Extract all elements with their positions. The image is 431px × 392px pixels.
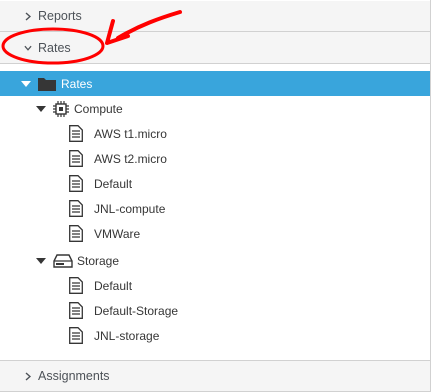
tree-leaf-label: JNL-compute	[94, 201, 166, 216]
document-icon	[69, 200, 83, 217]
document-icon	[69, 225, 83, 242]
document-icon	[69, 302, 83, 319]
collapse-toggle-icon[interactable]	[35, 103, 47, 115]
tree-leaf-compute-5[interactable]: VMWare	[0, 221, 430, 246]
tree-leaf-compute-3[interactable]: Default	[0, 171, 430, 196]
accordion-panel: Reports Rates Rates Compute AWS t1.micro…	[0, 0, 431, 392]
document-icon	[69, 125, 83, 142]
collapse-toggle-icon[interactable]	[35, 255, 47, 267]
chevron-down-icon	[24, 45, 32, 51]
document-icon	[69, 175, 83, 192]
document-icon	[69, 277, 83, 294]
accordion-header-reports[interactable]: Reports	[0, 1, 430, 32]
document-icon	[69, 327, 83, 344]
collapse-toggle-icon[interactable]	[20, 78, 32, 90]
chevron-right-icon	[24, 371, 32, 381]
tree-leaf-storage-1[interactable]: Default	[0, 273, 430, 298]
tree-leaf-compute-2[interactable]: AWS t2.micro	[0, 146, 430, 171]
tree-leaf-label: JNL-storage	[94, 328, 160, 343]
folder-icon	[38, 77, 56, 91]
tree-leaf-label: Default	[94, 176, 133, 191]
tree-node-label: Compute	[74, 101, 123, 116]
hard-drive-icon	[53, 253, 73, 268]
tree-leaf-label: Default-Storage	[94, 303, 179, 318]
tree-leaf-storage-3[interactable]: JNL-storage	[0, 323, 430, 348]
tree-leaf-label: VMWare	[94, 226, 141, 241]
tree-leaf-label: Default	[94, 278, 133, 293]
tree-node-compute[interactable]: Compute	[0, 96, 430, 121]
tree-leaf-label: AWS t1.micro	[94, 126, 167, 141]
accordion-header-assignments[interactable]: Assignments	[0, 360, 430, 391]
tree-leaf-storage-2[interactable]: Default-Storage	[0, 298, 430, 323]
tree-leaf-label: AWS t2.micro	[94, 151, 167, 166]
accordion-title-reports: Reports	[38, 9, 82, 23]
accordion-title-assignments: Assignments	[38, 369, 110, 383]
tree-leaf-compute-4[interactable]: JNL-compute	[0, 196, 430, 221]
accordion-title-rates: Rates	[38, 40, 71, 55]
accordion-header-rates[interactable]: Rates	[0, 32, 430, 64]
tree-leaf-compute-1[interactable]: AWS t1.micro	[0, 121, 430, 146]
tree-node-label: Rates	[61, 76, 93, 91]
chip-icon	[53, 100, 69, 117]
tree-node-rates[interactable]: Rates	[0, 71, 430, 96]
document-icon	[69, 150, 83, 167]
tree-node-label: Storage	[77, 253, 120, 268]
chevron-right-icon	[24, 11, 32, 21]
tree-node-storage[interactable]: Storage	[0, 248, 430, 273]
